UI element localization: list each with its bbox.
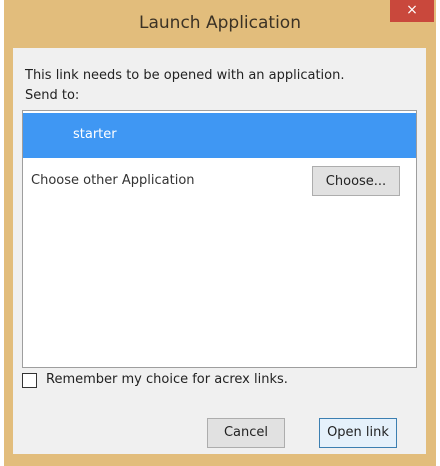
close-button[interactable]: ×: [390, 0, 434, 22]
close-icon: ×: [406, 2, 418, 18]
remember-label[interactable]: Remember my choice for acrex links.: [46, 372, 288, 387]
launch-application-dialog: Launch Application × This link needs to …: [4, 0, 436, 466]
list-item-starter[interactable]: starter: [23, 113, 416, 158]
message-line-1: This link needs to be opened with an app…: [25, 68, 345, 83]
open-link-button[interactable]: Open link: [319, 418, 397, 448]
window-bottom-border: [4, 454, 436, 466]
title-bar[interactable]: Launch Application ×: [4, 0, 436, 48]
list-item-choose-other[interactable]: Choose other Application Choose...: [23, 160, 416, 204]
choose-button[interactable]: Choose...: [312, 166, 400, 196]
list-item-label: Choose other Application: [31, 173, 195, 188]
remember-checkbox[interactable]: [22, 373, 37, 388]
list-item-label: starter: [73, 127, 117, 142]
application-list[interactable]: starter Choose other Application Choose.…: [22, 110, 417, 368]
cancel-button[interactable]: Cancel: [207, 418, 285, 448]
dialog-body: This link needs to be opened with an app…: [13, 48, 426, 454]
message-text: This link needs to be opened with an app…: [25, 66, 420, 106]
dialog-title: Launch Application: [139, 13, 301, 33]
message-line-2: Send to:: [25, 88, 80, 103]
